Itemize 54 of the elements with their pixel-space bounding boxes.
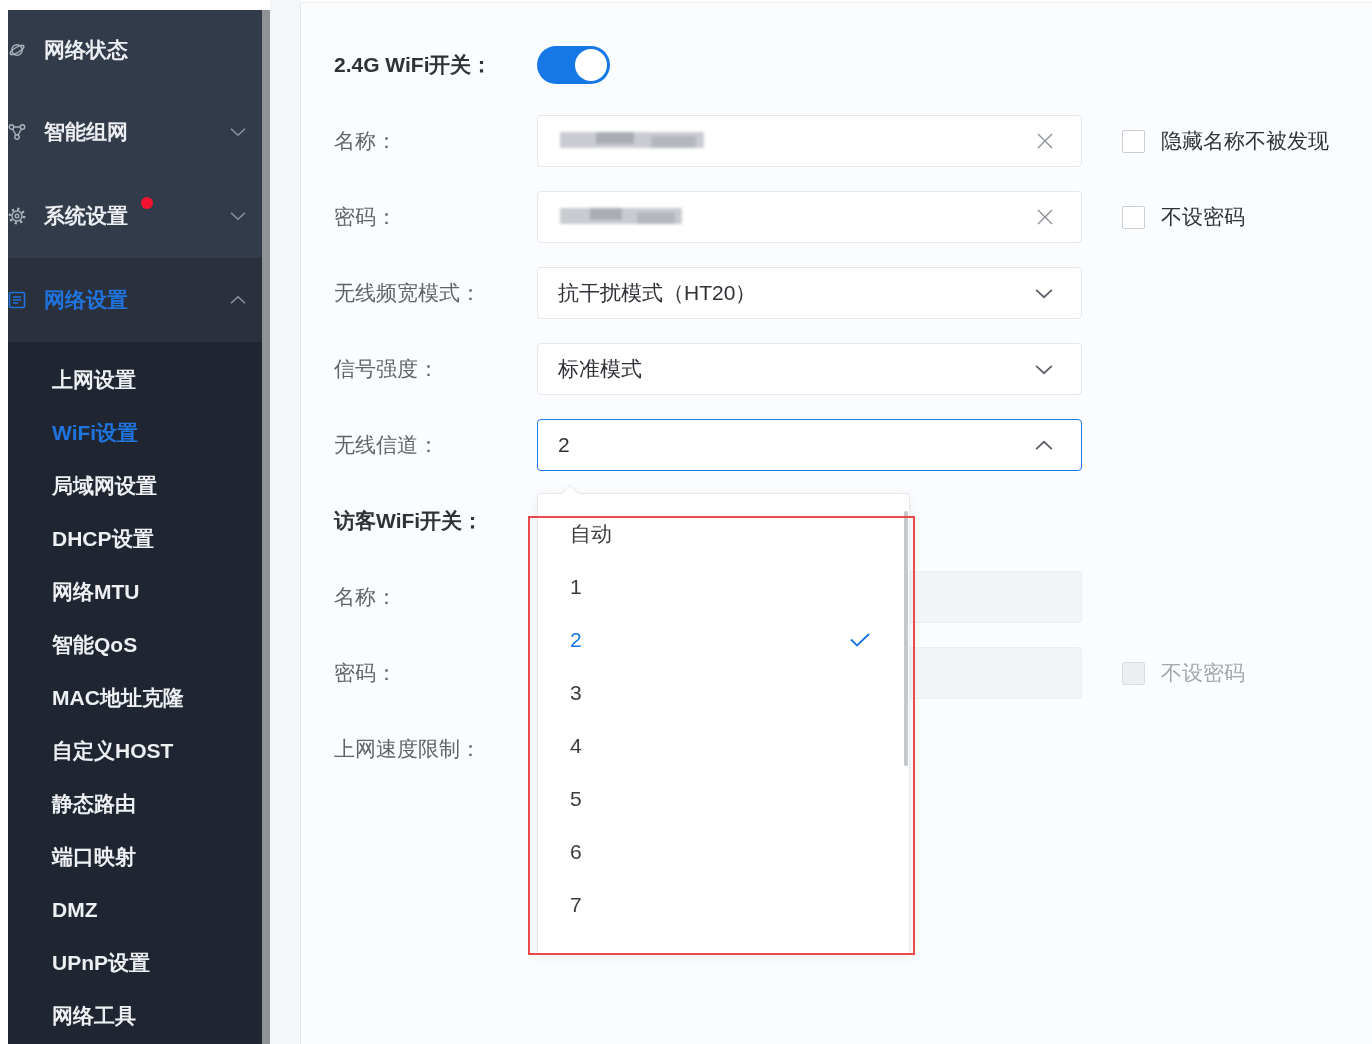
submenu-item[interactable]: MAC地址克隆 (8, 671, 262, 724)
sidebar-item[interactable]: 网络状态 (8, 10, 262, 90)
submenu-item[interactable]: 网络工具 (8, 989, 262, 1042)
dropdown-option[interactable]: 7 (538, 878, 901, 931)
checkbox[interactable] (1122, 205, 1145, 229)
chevron-down-icon (1035, 363, 1053, 375)
field-label: 名称： (334, 584, 398, 610)
submenu-item[interactable]: 静态路由 (8, 777, 262, 830)
submenu-item[interactable]: 上网设置 (8, 353, 262, 406)
network-icon (8, 123, 26, 141)
document-icon (8, 291, 26, 309)
sidebar-scrollbar[interactable] (262, 10, 270, 1044)
submenu-item[interactable]: 网络MTU (8, 565, 262, 618)
dropdown-option[interactable]: 6 (538, 825, 901, 878)
field-label: 上网速度限制： (334, 736, 482, 762)
submenu-item[interactable]: 自定义HOST (8, 724, 262, 777)
submenu-item[interactable]: DMZ (8, 883, 262, 936)
check-icon (850, 632, 870, 647)
submenu-item[interactable]: 局域网设置 (8, 459, 262, 512)
submenu-item[interactable]: 端口映射 (8, 830, 262, 883)
dropdown-option[interactable]: 2 (538, 613, 901, 666)
checkbox-label: 隐藏名称不被发现 (1161, 128, 1329, 154)
field-label: 无线频宽模式： (334, 280, 482, 306)
scrollbar[interactable] (904, 511, 908, 766)
select-field[interactable]: 标准模式 (537, 343, 1082, 395)
checkbox[interactable] (1122, 129, 1145, 153)
field-label: 访客WiFi开关： (334, 508, 485, 534)
chevron-up-icon (1035, 439, 1053, 451)
field-label: 信号强度： (334, 356, 440, 382)
input-field[interactable] (537, 191, 1082, 243)
toggle-switch[interactable] (537, 46, 610, 84)
select-field[interactable]: 抗干扰模式（HT20） (537, 267, 1082, 319)
checkbox-label: 不设密码 (1161, 660, 1245, 686)
checkbox-label: 不设密码 (1161, 204, 1245, 230)
submenu-item[interactable]: DHCP设置 (8, 512, 262, 565)
dropdown-option[interactable]: 5 (538, 772, 901, 825)
field-label: 无线信道： (334, 432, 440, 458)
field-label: 2.4G WiFi开关： (334, 52, 494, 78)
settings-icon (8, 207, 26, 225)
field-label: 名称： (334, 128, 398, 154)
sidebar-item[interactable]: 智能组网 (8, 90, 262, 174)
submenu-item[interactable]: UPnP设置 (8, 936, 262, 989)
input-field[interactable] (537, 115, 1082, 167)
dropdown-option[interactable]: 1 (538, 560, 901, 613)
planet-icon (8, 41, 26, 59)
dropdown-option[interactable]: 3 (538, 666, 901, 719)
dropdown-option[interactable]: 4 (538, 719, 901, 772)
chevron-down-icon (1035, 287, 1053, 299)
submenu-item[interactable]: 智能QoS (8, 618, 262, 671)
sidebar-item[interactable]: 系统设置 (8, 174, 262, 258)
field-label: 密码： (334, 204, 398, 230)
dropdown-option[interactable]: 自动 (538, 507, 901, 560)
select-field[interactable]: 2 (537, 419, 1082, 471)
field-label: 密码： (334, 660, 398, 686)
